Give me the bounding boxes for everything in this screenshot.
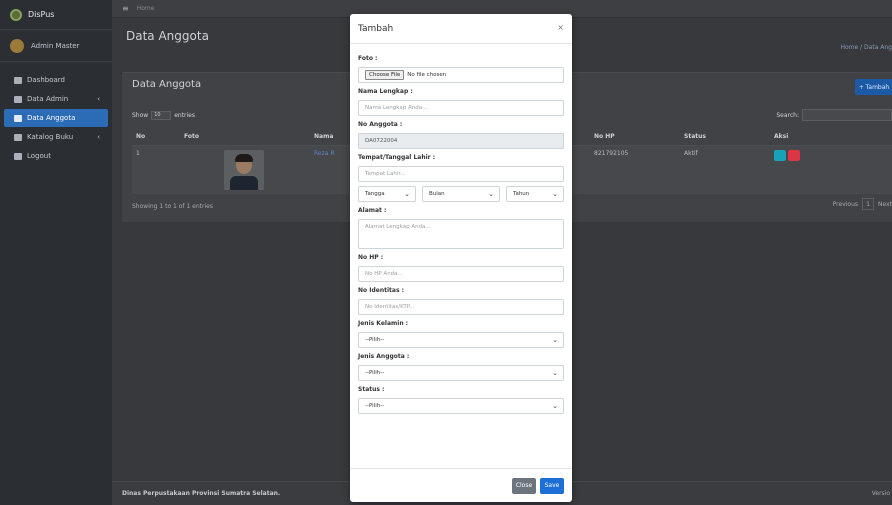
modal-footer: Close Save xyxy=(350,468,572,502)
chevron-down-icon: ⌄ xyxy=(488,190,494,198)
identitas-label: No Identitas : xyxy=(358,287,405,294)
close-icon[interactable]: × xyxy=(557,23,564,32)
jenis-kelamin-select[interactable]: --Pilih-- ⌄ xyxy=(358,332,564,348)
bulan-select[interactable]: Bulan ⌄ xyxy=(422,186,500,202)
modal-header: Tambah xyxy=(350,14,572,44)
jenis-kelamin-label: Jenis Kelamin : xyxy=(358,320,409,327)
identitas-input[interactable]: No Identitas/KTP... xyxy=(358,299,564,315)
chevron-down-icon: ⌄ xyxy=(552,336,558,344)
app: DisPus Admin Master Dashboard Data Admin… xyxy=(0,0,892,505)
modal-body: Foto : Choose File No file chosen Nama L… xyxy=(350,44,572,414)
tanggal-select[interactable]: Tangga ⌄ xyxy=(358,186,416,202)
jenis-anggota-value: --Pilih-- xyxy=(365,370,385,376)
ttl-label: Tempat/Tanggal Lahir : xyxy=(358,154,436,161)
hp-input[interactable]: No HP Anda... xyxy=(358,266,564,282)
tahun-select[interactable]: Tahun ⌄ xyxy=(506,186,564,202)
add-member-modal: Tambah × Foto : Choose File No file chos… xyxy=(350,14,572,502)
chevron-down-icon: ⌄ xyxy=(552,369,558,377)
no-anggota-label: No Anggota : xyxy=(358,121,403,128)
jenis-anggota-label: Jenis Anggota : xyxy=(358,353,410,360)
chevron-down-icon: ⌄ xyxy=(552,190,558,198)
tahun-value: Tahun xyxy=(513,191,530,197)
alamat-textarea[interactable]: Alamat Lengkap Anda... xyxy=(358,219,564,249)
status-label: Status : xyxy=(358,386,385,393)
tanggal-lahir-row: Tangga ⌄ Bulan ⌄ Tahun ⌄ xyxy=(358,186,564,202)
jenis-kelamin-value: --Pilih-- xyxy=(365,337,385,343)
jenis-anggota-select[interactable]: --Pilih-- ⌄ xyxy=(358,365,564,381)
modal-title: Tambah xyxy=(358,23,394,34)
no-anggota-input: DA0722004 xyxy=(358,133,564,149)
status-select[interactable]: --Pilih-- ⌄ xyxy=(358,398,564,414)
alamat-label: Alamat : xyxy=(358,207,387,214)
choose-file-button[interactable]: Choose File xyxy=(365,70,405,80)
bulan-value: Bulan xyxy=(429,191,445,197)
close-button[interactable]: Close xyxy=(512,477,536,494)
hp-label: No HP : xyxy=(358,254,384,261)
chevron-down-icon: ⌄ xyxy=(404,190,410,198)
nama-label: Nama Lengkap : xyxy=(358,88,413,95)
chevron-down-icon: ⌄ xyxy=(552,402,558,410)
tempat-lahir-input[interactable]: Tempat Lahir... xyxy=(358,166,564,182)
tanggal-value: Tangga xyxy=(365,191,385,197)
foto-label: Foto : xyxy=(358,55,378,62)
status-value: --Pilih-- xyxy=(365,403,385,409)
file-status: No file chosen xyxy=(407,72,447,78)
nama-input[interactable]: Nama Lengkap Anda... xyxy=(358,100,564,116)
foto-file-input[interactable]: Choose File No file chosen xyxy=(358,67,564,83)
save-button[interactable]: Save xyxy=(540,477,564,494)
